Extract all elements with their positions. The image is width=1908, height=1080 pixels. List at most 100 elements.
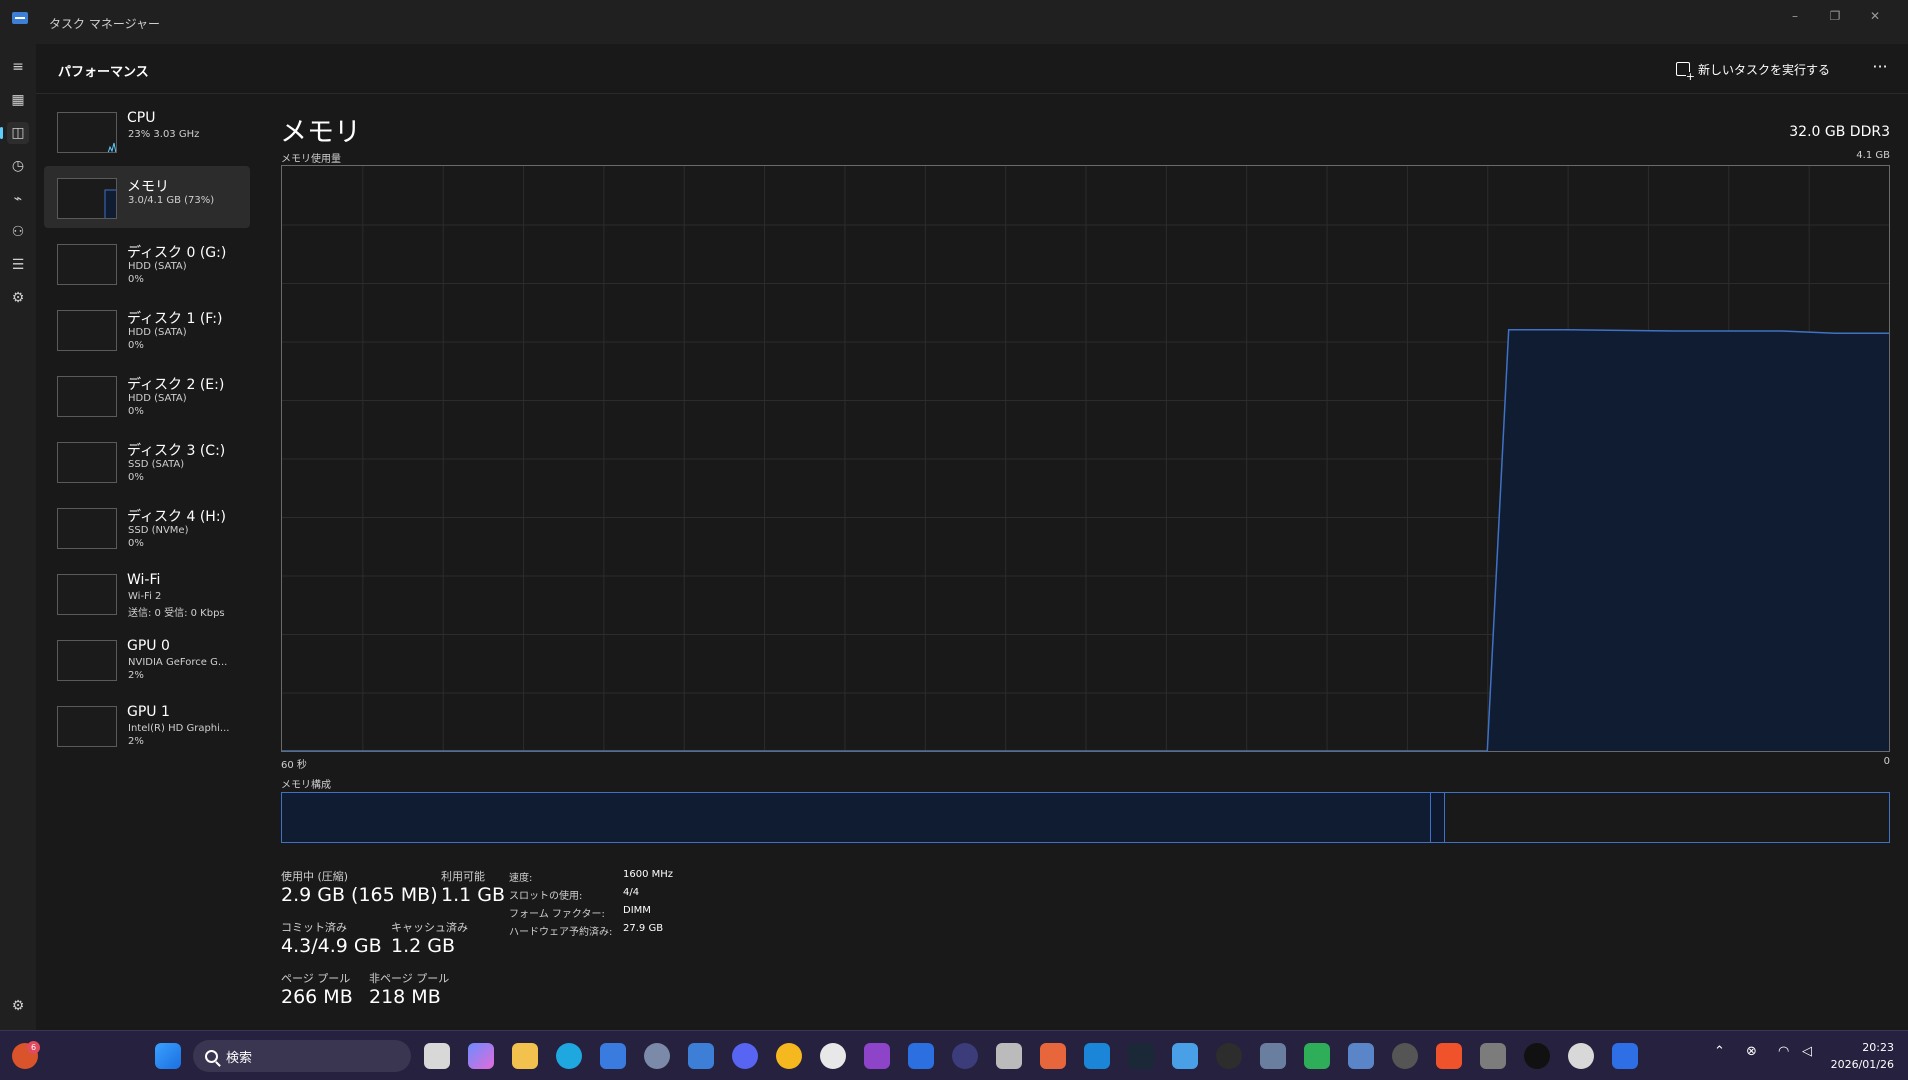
- search-placeholder: 検索: [226, 1050, 253, 1066]
- minimize-button[interactable]: –: [1778, 6, 1812, 26]
- device-thumbnail: [57, 244, 117, 285]
- header: パフォーマンス 新しいタスクを実行する ···: [36, 44, 1908, 94]
- more-options-button[interactable]: ···: [1866, 55, 1894, 83]
- device-item-8[interactable]: GPU 0 NVIDIA GeForce G... 2%: [44, 628, 250, 690]
- max-label: 4.1 GB: [1856, 150, 1890, 161]
- media-player-icon[interactable]: [1568, 1043, 1594, 1069]
- money-app-icon[interactable]: [1304, 1043, 1330, 1069]
- task-view-icon[interactable]: [424, 1043, 450, 1069]
- obs-icon[interactable]: [1392, 1043, 1418, 1069]
- outlook-icon[interactable]: [1084, 1043, 1110, 1069]
- device-item-3[interactable]: ディスク 1 (F:) HDD (SATA) 0%: [44, 298, 250, 360]
- steam-icon[interactable]: [1128, 1043, 1154, 1069]
- device-detail-2: 0%: [128, 538, 144, 549]
- file-explorer-icon[interactable]: [512, 1043, 538, 1069]
- circle-app-icon[interactable]: [952, 1043, 978, 1069]
- device-detail: SSD (NVMe): [128, 525, 189, 536]
- volume-icon[interactable]: ◁: [1802, 1044, 1812, 1059]
- blue-app-icon[interactable]: [1612, 1043, 1638, 1069]
- device-name: ディスク 3 (C:): [127, 443, 226, 459]
- speed-value: 1600 MHz: [623, 869, 674, 880]
- dark-app-icon[interactable]: [1524, 1043, 1550, 1069]
- title-bar: タスク マネージャー – ❐ ✕: [0, 0, 1908, 44]
- startup-apps-icon[interactable]: ⌁: [7, 188, 29, 210]
- copilot-icon[interactable]: [468, 1043, 494, 1069]
- device-name: Wi-Fi: [127, 572, 161, 588]
- device-item-7[interactable]: Wi-Fi Wi-Fi 2 送信: 0 受信: 0 Kbps: [44, 562, 250, 624]
- notepad-icon[interactable]: [1172, 1043, 1198, 1069]
- memory-usage-svg: [282, 166, 1889, 752]
- device-name: CPU: [127, 110, 156, 126]
- committed-value: 4.3/4.9 GB: [281, 935, 382, 957]
- performance-icon[interactable]: ◫: [0, 122, 29, 144]
- run-task-label: 新しいタスクを実行する: [1697, 62, 1830, 77]
- wifi-icon[interactable]: ◠: [1778, 1044, 1789, 1059]
- device-item-4[interactable]: ディスク 2 (E:) HDD (SATA) 0%: [44, 364, 250, 426]
- tray-overflow-icon[interactable]: ⌃: [1714, 1044, 1725, 1059]
- taskbar: 6 検索 ⌃ ⊗ ◠ ◁ 20:23 2026/01/26: [0, 1030, 1908, 1080]
- nonpaged-pool-label: 非ページ プール: [369, 972, 450, 985]
- weather-icon[interactable]: [776, 1043, 802, 1069]
- device-detail: NVIDIA GeForce G...: [128, 657, 228, 668]
- task-manager-taskbar-icon[interactable]: [688, 1043, 714, 1069]
- form-factor-value: DIMM: [623, 905, 651, 916]
- brave-icon[interactable]: [1436, 1043, 1462, 1069]
- device-item-1[interactable]: メモリ 3.0/4.1 GB (73%): [44, 166, 250, 228]
- slots-value: 4/4: [623, 887, 640, 898]
- settings-app-icon[interactable]: [644, 1043, 670, 1069]
- device-detail: 3.0/4.1 GB (73%): [128, 195, 215, 206]
- store-icon[interactable]: [600, 1043, 626, 1069]
- available-label: 利用可能: [441, 870, 485, 883]
- edge-icon[interactable]: [556, 1043, 582, 1069]
- discord-icon[interactable]: [732, 1043, 758, 1069]
- clock-app-icon[interactable]: [820, 1043, 846, 1069]
- restore-button[interactable]: ❐: [1818, 6, 1852, 26]
- device-item-6[interactable]: ディスク 4 (H:) SSD (NVMe) 0%: [44, 496, 250, 558]
- obs-like-icon[interactable]: [1216, 1043, 1242, 1069]
- time-left-label: 60 秒: [281, 760, 307, 771]
- clipchamp-icon[interactable]: [864, 1043, 890, 1069]
- device-detail-2: 0%: [128, 472, 144, 483]
- device-detail: HDD (SATA): [128, 327, 187, 338]
- device-name: GPU 1: [127, 704, 170, 720]
- processes-icon[interactable]: ▦: [7, 89, 29, 111]
- office-icon[interactable]: [1040, 1043, 1066, 1069]
- camera-icon[interactable]: [1260, 1043, 1286, 1069]
- device-detail-2: 2%: [128, 736, 144, 747]
- memory-composition-bar: [281, 792, 1890, 843]
- menu-icon[interactable]: ≡: [7, 56, 29, 78]
- task-manager-icon: [12, 12, 28, 24]
- clock[interactable]: 20:23 2026/01/26: [1831, 1039, 1894, 1073]
- search-box[interactable]: 検索: [193, 1040, 411, 1072]
- app-history-icon[interactable]: ◷: [7, 155, 29, 177]
- composition-in-use: [282, 793, 1431, 842]
- device-thumbnail: [57, 706, 117, 747]
- device-item-2[interactable]: ディスク 0 (G:) HDD (SATA) 0%: [44, 232, 250, 294]
- network-app-icon[interactable]: [1348, 1043, 1374, 1069]
- settings-icon[interactable]: ⚙: [7, 995, 29, 1017]
- device-item-5[interactable]: ディスク 3 (C:) SSD (SATA) 0%: [44, 430, 250, 492]
- composition-modified: [1431, 793, 1445, 842]
- services-icon[interactable]: ⚙: [7, 287, 29, 309]
- device-thumbnail: [57, 178, 117, 219]
- device-detail-2: 2%: [128, 670, 144, 681]
- device-item-0[interactable]: CPU 23% 3.03 GHz: [44, 100, 250, 162]
- device-name: GPU 0: [127, 638, 170, 654]
- calculator-icon[interactable]: [1480, 1043, 1506, 1069]
- memory-stats: 使用中 (圧縮) 2.9 GB (165 MB) 利用可能 1.1 GB コミッ…: [281, 866, 1081, 1016]
- device-detail-2: 0%: [128, 274, 144, 285]
- tray-app-icon[interactable]: ⊗: [1746, 1044, 1757, 1059]
- close-button[interactable]: ✕: [1858, 6, 1892, 26]
- paged-pool-value: 266 MB: [281, 986, 353, 1008]
- memory-mini-graph: [104, 189, 116, 218]
- in-use-label: 使用中 (圧縮): [281, 870, 349, 883]
- start-icon[interactable]: [155, 1043, 181, 1069]
- details-icon[interactable]: ☰: [7, 254, 29, 276]
- run-new-task-button[interactable]: 新しいタスクを実行する: [1666, 55, 1840, 83]
- snowflake-app-icon[interactable]: [908, 1043, 934, 1069]
- device-name: ディスク 0 (G:): [127, 245, 227, 261]
- pen-app-icon[interactable]: [996, 1043, 1022, 1069]
- users-icon[interactable]: ⚇: [7, 221, 29, 243]
- device-name: ディスク 4 (H:): [127, 509, 226, 525]
- device-item-9[interactable]: GPU 1 Intel(R) HD Graphi... 2%: [44, 694, 250, 756]
